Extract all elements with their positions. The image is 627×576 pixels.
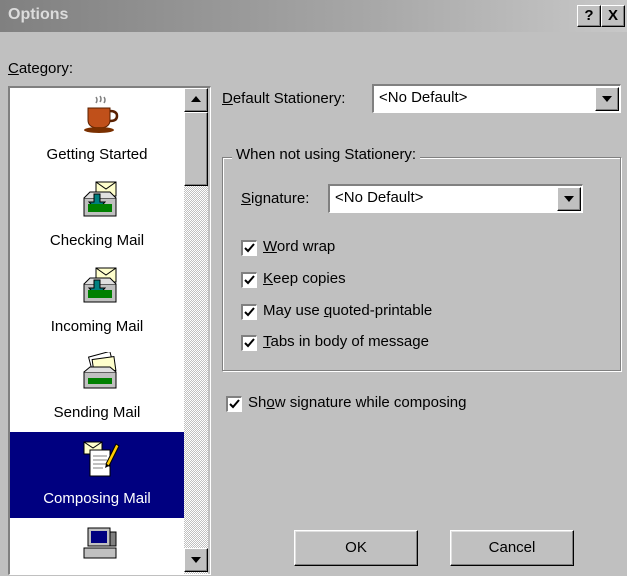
- group-title: When not using Stationery:: [232, 146, 421, 163]
- options-dialog: Options ? X Category: Getting Started Ch…: [0, 0, 627, 576]
- word-wrap-label: Word wrap: [263, 238, 336, 255]
- category-item-label: Sending Mail: [53, 404, 141, 421]
- close-icon: X: [607, 7, 618, 24]
- down-arrow-icon: [191, 557, 201, 563]
- category-item-incoming-mail[interactable]: Incoming Mail: [10, 260, 184, 346]
- close-button[interactable]: X: [601, 5, 625, 27]
- scroll-up-button[interactable]: [184, 88, 208, 112]
- checkbox-box: [241, 272, 257, 288]
- help-icon: ?: [584, 7, 594, 24]
- compose-note-icon: [83, 441, 120, 477]
- sending-mail-icon: [83, 352, 117, 389]
- checkmark-icon: [244, 307, 255, 317]
- show-signature-label-a: Sh: [248, 394, 267, 411]
- category-label: Category:: [8, 60, 74, 77]
- quoted-printable-label-a: May use: [263, 302, 324, 319]
- signature-dropdown-button[interactable]: [557, 187, 581, 211]
- keep-copies-label: Keep copies: [263, 270, 346, 287]
- ok-button[interactable]: OK: [294, 530, 418, 566]
- category-item-label: Composing Mail: [43, 490, 151, 507]
- default-stationery-value: <No Default>: [379, 89, 468, 106]
- category-label-rest: ategory:: [18, 60, 74, 77]
- keep-copies-label-rest: eep copies: [273, 270, 346, 287]
- default-stationery-select[interactable]: <No Default>: [372, 84, 621, 113]
- mail-inbox-icon: [83, 181, 117, 217]
- coffee-cup-icon: [84, 95, 119, 133]
- category-item-label: Checking Mail: [49, 232, 145, 249]
- signature-select[interactable]: <No Default>: [328, 184, 583, 213]
- computer-icon: [83, 527, 117, 559]
- category-item-label: Getting Started: [46, 146, 148, 163]
- category-scrollbar[interactable]: [184, 88, 208, 574]
- category-item-checking-mail[interactable]: Checking Mail: [10, 174, 184, 260]
- quoted-printable-label-b: uoted-printable: [332, 302, 433, 319]
- category-item-sending-mail[interactable]: Sending Mail: [10, 346, 184, 432]
- checkmark-icon: [244, 275, 255, 285]
- checkmark-icon: [244, 243, 255, 253]
- help-button[interactable]: ?: [577, 5, 601, 27]
- tabs-in-body-label-rest: abs in body of message: [270, 333, 429, 350]
- show-signature-label: Show signature while composing: [248, 394, 467, 411]
- chevron-down-icon: [602, 96, 612, 102]
- title-bar[interactable]: Options ? X: [0, 0, 627, 32]
- up-arrow-icon: [191, 96, 201, 102]
- signature-value: <No Default>: [335, 189, 424, 206]
- checkbox-box: [241, 335, 257, 351]
- signature-label: Signature:: [241, 190, 310, 207]
- tabs-in-body-label: Tabs in body of message: [263, 333, 429, 350]
- chevron-down-icon: [564, 196, 574, 202]
- window-title: Options: [8, 6, 69, 23]
- category-list[interactable]: Getting Started Checking Mail Incoming M…: [8, 86, 211, 575]
- category-items: Getting Started Checking Mail Incoming M…: [10, 88, 184, 574]
- checkmark-icon: [229, 399, 240, 409]
- show-signature-label-b: w signature while composing: [274, 394, 467, 411]
- checkbox-box: [241, 240, 257, 256]
- quoted-printable-label: May use quoted-printable: [263, 302, 433, 319]
- checkmark-icon: [244, 338, 255, 348]
- default-stationery-label-rest: efault Stationery:: [232, 90, 346, 107]
- default-stationery-dropdown-button[interactable]: [595, 87, 619, 111]
- category-item-computer[interactable]: [10, 518, 184, 574]
- scroll-down-button[interactable]: [184, 548, 208, 572]
- incoming-mail-icon: [83, 267, 117, 303]
- scroll-thumb[interactable]: [184, 112, 208, 186]
- default-stationery-label: Default Stationery:: [222, 90, 346, 107]
- word-wrap-label-rest: ord wrap: [276, 238, 336, 255]
- signature-label-rest: ignature:: [251, 190, 310, 207]
- checkbox-box: [241, 304, 257, 320]
- category-item-label: Incoming Mail: [50, 318, 144, 335]
- category-item-getting-started[interactable]: Getting Started: [10, 88, 184, 174]
- cancel-button[interactable]: Cancel: [450, 530, 574, 566]
- category-item-composing-mail[interactable]: Composing Mail: [10, 432, 184, 518]
- checkbox-box: [226, 396, 242, 412]
